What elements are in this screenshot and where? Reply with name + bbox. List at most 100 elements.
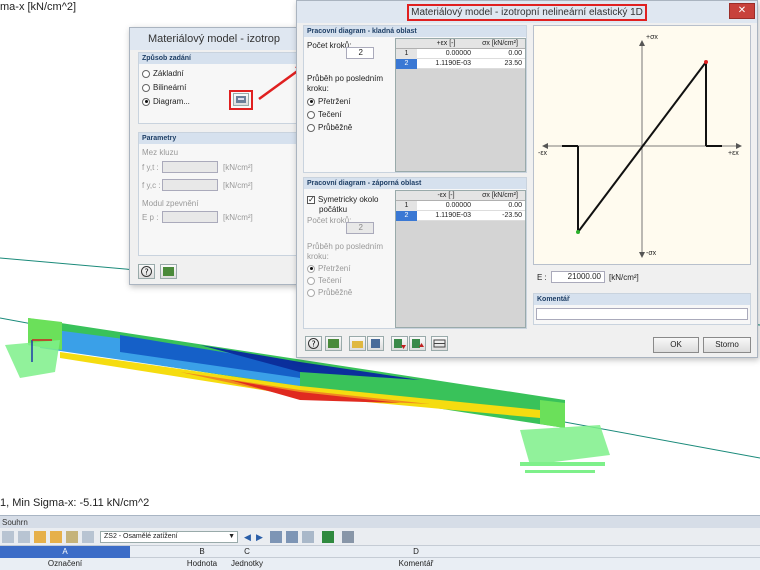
toolbar-icon[interactable] xyxy=(82,531,94,543)
comment-input[interactable] xyxy=(536,308,748,320)
toolbar-icon[interactable] xyxy=(286,531,298,543)
table-column-header: Označení Hodnota Jednotky Komentář xyxy=(0,558,760,570)
negative-region-group: Pracovní diagram - záporná oblast ✓ Symet… xyxy=(303,177,527,329)
axis-label-bottom: -σx xyxy=(646,250,657,257)
unit-label: [kN/cm²] xyxy=(223,213,253,222)
load-case-select[interactable]: ZS2 - Osamělé zatížení ▼ xyxy=(100,531,238,543)
column-letter-b: B xyxy=(199,547,205,556)
col-eps-header: +εx [-] xyxy=(436,40,456,47)
toolbar-icon[interactable] xyxy=(18,531,30,543)
next-icon[interactable]: ▶ xyxy=(256,531,266,543)
after-last-step-label: Průběh po posledním xyxy=(307,74,384,83)
toolbar-icon[interactable] xyxy=(34,531,46,543)
svg-text:?: ? xyxy=(312,340,316,349)
dialog-title: Materiálový model - izotropní nelineární… xyxy=(407,4,647,21)
toolbar-icon[interactable] xyxy=(50,531,62,543)
fy-tension-label: f y,t : xyxy=(142,163,159,172)
help-button[interactable]: ? xyxy=(305,336,322,351)
summary-title: Souhrn xyxy=(2,518,28,527)
col-sigma-header: σx [kN/cm²] xyxy=(482,192,518,199)
option-yielding[interactable]: Tečení xyxy=(307,110,342,119)
import-icon xyxy=(394,339,406,349)
chevron-down-icon: ▼ xyxy=(228,533,235,540)
prev-icon[interactable]: ◀ xyxy=(244,531,254,543)
radio-icon xyxy=(142,69,150,78)
symmetric-label-2: počátku xyxy=(319,205,348,214)
help-button[interactable]: ? xyxy=(138,264,155,279)
units-icon xyxy=(328,339,339,348)
e-modulus-field: 21000.00 xyxy=(551,271,605,283)
axis-label-left: -εx xyxy=(538,150,547,157)
ok-button[interactable]: OK xyxy=(653,337,699,353)
close-icon: ✕ xyxy=(737,5,747,16)
table-button[interactable] xyxy=(431,336,448,351)
option-continuous[interactable]: Průběžně xyxy=(307,123,352,132)
col-sigma-header: σx [kN/cm²] xyxy=(482,40,518,47)
symmetric-checkbox[interactable]: ✓ Symetricky okolo xyxy=(307,195,378,204)
toolbar-icon[interactable] xyxy=(342,531,354,543)
option-rupture: Přetržení xyxy=(307,264,350,273)
negative-diagram-table[interactable]: -εx [-] σx [kN/cm²] 1 0.00000 0.00 2 1.1… xyxy=(395,190,526,328)
units-icon xyxy=(163,267,174,276)
summary-panel-titlebar: Souhrn xyxy=(0,515,760,528)
parameters-title: Parametry xyxy=(139,133,297,144)
toolbar-icon[interactable] xyxy=(270,531,282,543)
toolbar-icon[interactable] xyxy=(2,531,14,543)
units-button[interactable] xyxy=(325,336,342,351)
help-icon: ? xyxy=(141,266,152,277)
column-letter-a: A xyxy=(62,547,68,556)
excel-icon[interactable] xyxy=(322,531,334,543)
radio-icon xyxy=(307,110,315,119)
column-name-b[interactable]: Hodnota xyxy=(176,559,228,568)
hardening-label: Modul zpevnění xyxy=(142,199,199,208)
option-rupture[interactable]: Přetržení xyxy=(307,97,350,106)
column-name-d[interactable]: Komentář xyxy=(266,559,566,568)
after-last-step-label: Průběh po posledním xyxy=(307,242,384,251)
open-file-button[interactable] xyxy=(349,336,366,351)
diagram-canvas xyxy=(542,40,742,258)
table-letter-header: A B C D xyxy=(0,546,760,558)
radio-icon xyxy=(307,123,315,132)
option-bilinear[interactable]: Bilineární xyxy=(142,83,186,92)
table-row[interactable]: 1 0.00000 0.00 xyxy=(396,201,525,211)
table-row-selected[interactable]: 2 1.1190E-03 23.50 xyxy=(396,59,525,69)
column-name-a[interactable]: Označení xyxy=(0,559,130,568)
save-file-button[interactable] xyxy=(367,336,384,351)
option-diagram[interactable]: Diagram... xyxy=(142,97,190,106)
positive-diagram-table[interactable]: +εx [-] σx [kN/cm²] 1 0.00000 0.00 2 1.1… xyxy=(395,38,526,172)
export-button[interactable] xyxy=(409,336,426,351)
positive-region-group: Pracovní diagram - kladná oblast Počet k… xyxy=(303,25,527,173)
radio-icon xyxy=(142,83,150,92)
option-continuous: Průběžně xyxy=(307,288,352,297)
column-name-c[interactable]: Jednotky xyxy=(228,559,266,568)
e-modulus-label: E : xyxy=(537,273,547,282)
unit-label: [kN/cm²] xyxy=(223,181,253,190)
option-yielding: Tečení xyxy=(307,276,342,285)
steps-stepper: 2 xyxy=(346,222,374,234)
comment-title: Komentář xyxy=(534,294,750,305)
steps-stepper[interactable]: 2 xyxy=(346,47,374,59)
column-letter-c: C xyxy=(244,547,250,556)
import-button[interactable] xyxy=(391,336,408,351)
comment-group: Komentář xyxy=(533,293,751,325)
toolbar-icon[interactable] xyxy=(66,531,78,543)
steps-label: Počet kroků: xyxy=(307,216,352,225)
export-icon xyxy=(412,339,424,348)
option-basic[interactable]: Základní xyxy=(142,69,184,78)
toolbar-icon[interactable] xyxy=(302,531,314,543)
col-eps-header: -εx [-] xyxy=(437,192,455,199)
fy-compression-input xyxy=(162,179,218,191)
cancel-button[interactable]: Storno xyxy=(703,337,751,353)
table-row-selected[interactable]: 2 1.1190E-03 -23.50 xyxy=(396,211,525,221)
viewport-bottom-label: 1, Min Sigma-x: -5.11 kN/cm^2 xyxy=(0,497,150,509)
positive-region-title: Pracovní diagram - kladná oblast xyxy=(304,26,526,37)
units-button[interactable] xyxy=(160,264,177,279)
steps-label: Počet kroků: xyxy=(307,41,352,50)
axis-label-top: +σx xyxy=(646,34,658,41)
close-button[interactable]: ✕ xyxy=(729,3,755,19)
edit-diagram-button[interactable] xyxy=(233,93,249,106)
yield-label: Mez kluzu xyxy=(142,148,179,157)
after-last-step-label-2: kroku: xyxy=(307,84,329,93)
folder-open-icon xyxy=(352,341,363,348)
table-row[interactable]: 1 0.00000 0.00 xyxy=(396,49,525,59)
